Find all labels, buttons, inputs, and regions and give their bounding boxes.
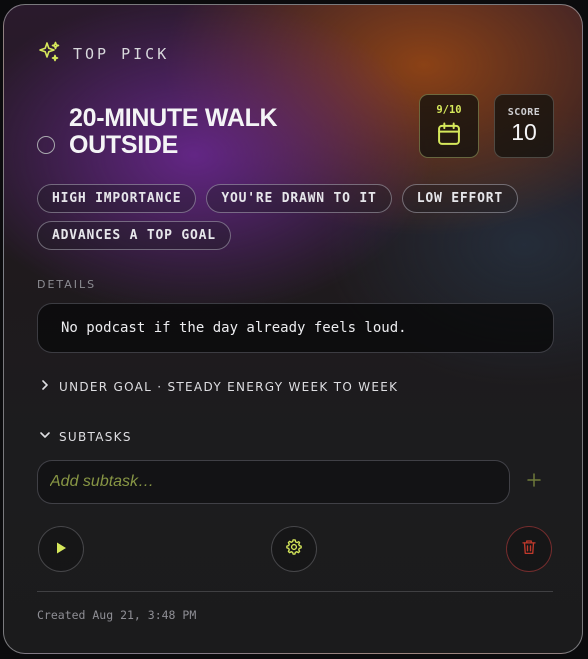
complete-radio[interactable] <box>37 136 55 154</box>
details-label: DETAILS <box>37 278 97 291</box>
calendar-icon <box>420 120 478 152</box>
delete-button[interactable] <box>506 526 552 572</box>
score-badge: SCORE 10 <box>494 94 554 158</box>
add-subtask-input[interactable] <box>37 460 510 504</box>
top-pick-header: TOP PICK <box>37 40 169 68</box>
created-timestamp: Created Aug 21, 3:48 PM <box>37 608 197 622</box>
chip-low-effort[interactable]: LOW EFFORT <box>401 184 518 213</box>
chevron-right-icon <box>39 379 51 394</box>
date-badge[interactable]: 9/10 <box>419 94 479 158</box>
details-text[interactable]: No podcast if the day already feels loud… <box>37 303 554 353</box>
task-card: TOP PICK 20-MINUTE WALK OUTSIDE 9/10 SCO… <box>3 4 583 654</box>
score-value: 10 <box>511 119 537 145</box>
subtasks-toggle[interactable]: SUBTASKS <box>39 429 132 444</box>
task-title: 20-MINUTE WALK OUTSIDE <box>69 104 278 159</box>
settings-button[interactable] <box>271 526 317 572</box>
attribute-chips: HIGH IMPORTANCE YOU'RE DRAWN TO IT LOW E… <box>37 184 557 250</box>
footer-divider <box>37 591 553 592</box>
gear-icon <box>285 538 303 560</box>
add-subtask-button[interactable] <box>523 470 545 492</box>
chip-drawn-to-it[interactable]: YOU'RE DRAWN TO IT <box>206 184 392 213</box>
chip-high-importance[interactable]: HIGH IMPORTANCE <box>37 184 197 213</box>
trash-icon <box>520 538 538 560</box>
plus-icon <box>527 472 541 491</box>
chevron-down-icon <box>39 429 51 444</box>
top-pick-label: TOP PICK <box>73 45 170 63</box>
play-icon <box>54 540 68 559</box>
date-badge-label: 9/10 <box>436 104 462 116</box>
sparkles-icon <box>37 40 61 68</box>
goal-row[interactable]: UNDER GOAL · STEADY ENERGY WEEK TO WEEK <box>39 379 398 394</box>
subtasks-label: SUBTASKS <box>59 429 132 444</box>
start-button[interactable] <box>38 526 84 572</box>
chip-advances-goal[interactable]: ADVANCES A TOP GOAL <box>37 221 231 250</box>
goal-row-label: UNDER GOAL · STEADY ENERGY WEEK TO WEEK <box>59 379 399 394</box>
score-label: SCORE <box>507 107 541 118</box>
